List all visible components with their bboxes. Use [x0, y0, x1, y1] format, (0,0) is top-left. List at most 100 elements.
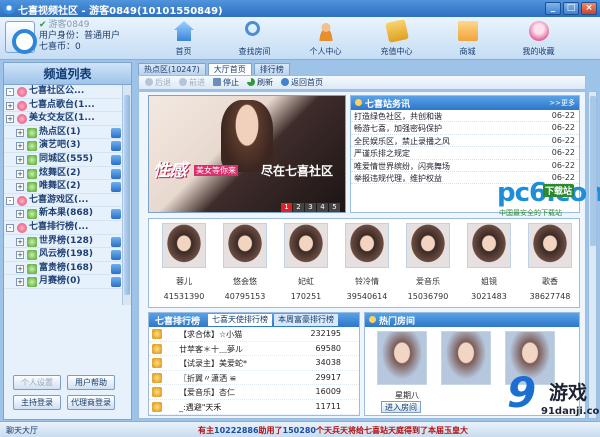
online-status-icon[interactable]: ✔ [39, 20, 47, 30]
host-photo[interactable] [345, 223, 389, 268]
expand-icon[interactable]: + [16, 264, 24, 273]
channel-item[interactable]: + 新本果(868) [4, 207, 123, 221]
forward-button[interactable]: 前进 [179, 77, 205, 88]
ranking-row[interactable]: 廿苹客＊十＿夢ル 69580 [149, 342, 359, 357]
collapse-icon[interactable]: - [6, 223, 14, 232]
channel-item[interactable]: - 七喜游戏区(... [4, 194, 123, 208]
promo-banner[interactable]: 性感 美女等你来 尽在七喜社区 12345 [148, 95, 346, 213]
channel-item[interactable]: + 炫舞区(2) [4, 167, 123, 181]
user-avatar[interactable] [5, 21, 37, 54]
expand-icon[interactable]: + [16, 237, 24, 246]
banner-pager: 12345 [281, 203, 340, 212]
nav-find-room[interactable]: 查找房间 [219, 17, 290, 60]
channel-item[interactable]: + 同城区(555) [4, 153, 123, 167]
host-card[interactable]: 姐镜 3021483 [462, 223, 516, 301]
expand-icon[interactable]: + [16, 278, 24, 287]
channel-item[interactable]: + 世界榜(128) [4, 235, 123, 249]
nav-recharge[interactable]: 充值中心 [361, 17, 432, 60]
nav-favorites[interactable]: 我的收藏 [503, 17, 574, 60]
maximize-button[interactable]: □ [563, 2, 579, 15]
host-photo[interactable] [467, 223, 511, 268]
banner-page-button[interactable]: 3 [305, 203, 316, 212]
ranking-row[interactable]: _:遇避"天禾 11711 [149, 400, 359, 415]
user-identity: 用户身份：普通用户 [39, 31, 121, 41]
host-card[interactable]: 铃冷情 39540614 [340, 223, 394, 301]
channel-item[interactable]: + 七喜点歌台(1... [4, 99, 123, 113]
channel-item[interactable]: + 美女交友区(1... [4, 112, 123, 126]
host-photo[interactable] [223, 223, 267, 268]
news-item[interactable]: 唯爱情世界缤纷，闪亮舞场 06-22 [351, 160, 579, 172]
agent-login-button[interactable]: 代理商登录 [67, 395, 115, 410]
room-thumbnail[interactable] [441, 331, 491, 385]
room-status-icon [111, 127, 121, 138]
expand-icon[interactable]: + [16, 155, 24, 164]
close-button[interactable]: × [581, 2, 597, 15]
room-thumbnail[interactable] [377, 331, 427, 385]
tab-weekly-rich-ranking[interactable]: 本周富豪排行榜 [274, 314, 339, 326]
collapse-icon[interactable]: - [6, 88, 14, 96]
ranking-row[interactable]: 【求合体】☆小猫 232195 [149, 327, 359, 342]
expand-icon[interactable]: + [16, 210, 24, 219]
ranking-list: 【求合体】☆小猫 232195 廿苹客＊十＿夢ル 69580 【试录主】美爱蛇* 3403… [149, 327, 359, 415]
ranking-row[interactable]: 【爱音乐】杏仁 16009 [149, 385, 359, 400]
channel-scroll-thumb[interactable] [124, 95, 130, 295]
host-card[interactable]: 蓉儿 41531390 [157, 223, 211, 301]
host-photo[interactable] [406, 223, 450, 268]
host-photo[interactable] [284, 223, 328, 268]
channel-item[interactable]: - 七喜排行榜(... [4, 221, 123, 235]
channel-item[interactable]: + 风云榜(198) [4, 248, 123, 262]
news-more-link[interactable]: >>更多 [549, 98, 575, 108]
host-card[interactable]: 妃虹 170251 [279, 223, 333, 301]
expand-icon[interactable]: + [6, 115, 14, 124]
channel-item[interactable]: + 月赛榜(0) [4, 275, 123, 289]
ranking-row[interactable]: 【试录主】美爱蛇* 34038 [149, 356, 359, 371]
nav-personal-center[interactable]: 个人中心 [290, 17, 361, 60]
host-photo[interactable] [162, 223, 206, 268]
channel-item[interactable]: + 唯舞区(2) [4, 180, 123, 194]
news-item[interactable]: 全民娱乐区，禁止录播之风 06-22 [351, 135, 579, 148]
banner-page-button[interactable]: 5 [329, 203, 340, 212]
personal-settings-button[interactable]: 个人设置 [13, 375, 61, 390]
channel-item[interactable]: - 七喜社区公... [4, 85, 123, 99]
banner-page-button[interactable]: 2 [293, 203, 304, 212]
expand-icon[interactable]: + [6, 101, 14, 110]
ranking-row[interactable]: 〖折翼〃潇洒 ≌ 29917 [149, 371, 359, 386]
host-card[interactable]: 歌香 38627748 [523, 223, 577, 301]
news-item[interactable]: 严谨乐排之规定 06-22 [351, 147, 579, 160]
channel-label: 唯舞区(2) [39, 181, 81, 192]
news-item[interactable]: 畅游七喜，加强密码保护 06-22 [351, 122, 579, 135]
refresh-button[interactable]: 刷新 [247, 77, 273, 88]
tab-angel-ranking[interactable]: 七喜天使排行榜 [208, 314, 273, 326]
nav-shop[interactable]: 商城 [432, 17, 503, 60]
home-back-label: 返回首页 [291, 78, 323, 87]
expand-icon[interactable]: + [16, 251, 24, 260]
nav-home[interactable]: 首页 [148, 17, 219, 60]
host-card[interactable]: 爱音乐 15036790 [401, 223, 455, 301]
banner-page-button[interactable]: 4 [317, 203, 328, 212]
enter-room-button[interactable]: 进入房间 [381, 401, 421, 413]
back-button[interactable]: 后退 [145, 77, 171, 88]
rank-badge-icon [152, 401, 162, 412]
user-help-button[interactable]: 用户帮助 [67, 375, 115, 390]
banner-page-button[interactable]: 1 [281, 203, 292, 212]
channel-item[interactable]: + 演艺吧(3) [4, 139, 123, 153]
content-scroll-thumb[interactable] [590, 96, 596, 246]
expand-icon[interactable]: + [16, 128, 24, 137]
channel-item[interactable]: + 富贵榜(168) [4, 262, 123, 276]
host-login-button[interactable]: 主持登录 [13, 395, 61, 410]
host-card[interactable]: 悠会悠 40795153 [218, 223, 272, 301]
ranking-user-name: 廿苹客＊十＿夢ル [179, 344, 243, 354]
collapse-icon[interactable]: - [6, 196, 14, 205]
host-photo[interactable] [528, 223, 572, 268]
channel-item[interactable]: + 热点区(1) [4, 126, 123, 140]
news-item[interactable]: 打造绿色社区，共创和谐 06-22 [351, 110, 579, 123]
minimize-button[interactable]: _ [545, 2, 561, 15]
expand-icon[interactable]: + [16, 142, 24, 151]
home-back-button[interactable]: 返回首页 [281, 77, 323, 88]
channel-scrollbar[interactable] [122, 85, 131, 305]
expand-icon[interactable]: + [16, 169, 24, 178]
content-scrollbar[interactable] [588, 91, 597, 419]
expand-icon[interactable]: + [16, 183, 24, 192]
stop-button[interactable]: 停止 [213, 77, 239, 88]
room-status-icon [111, 154, 121, 165]
